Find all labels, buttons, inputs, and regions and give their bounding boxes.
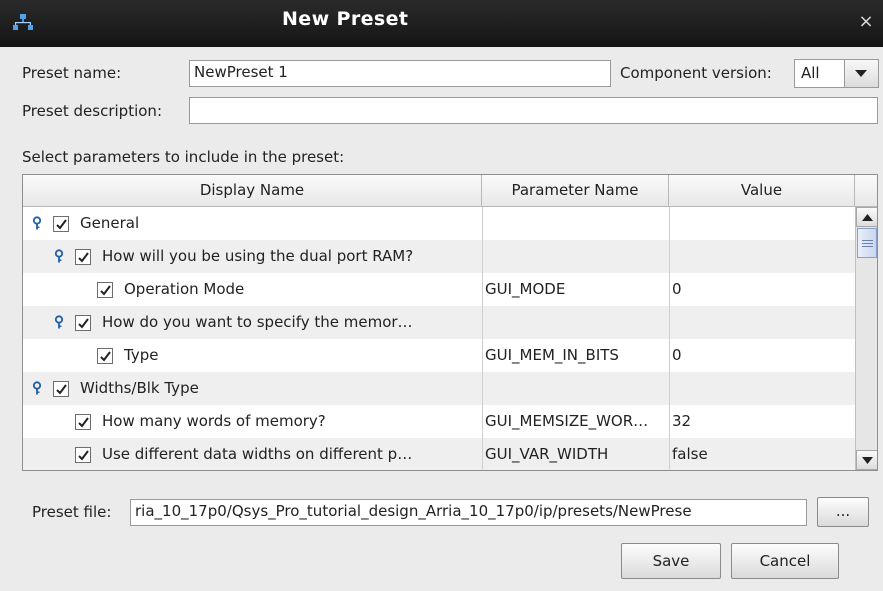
display-name-cell: How do you want to specify the memor… — [23, 306, 482, 339]
table-row[interactable]: General — [23, 207, 855, 240]
display-name-cell: How many words of memory? — [23, 405, 482, 438]
include-checkbox[interactable] — [75, 248, 91, 265]
parameters-table: Display Name Parameter Name Value Genera… — [22, 174, 878, 471]
include-checkbox[interactable] — [97, 347, 113, 364]
value-cell — [669, 372, 855, 405]
preset-name-input[interactable]: NewPreset 1 — [189, 60, 611, 87]
column-header-parameter-name[interactable]: Parameter Name — [482, 175, 669, 207]
value-cell — [669, 240, 855, 273]
value-cell — [669, 306, 855, 339]
display-name-text: Type — [124, 346, 159, 364]
display-name-text: Operation Mode — [124, 280, 245, 298]
display-name-text: How will you be using the dual port RAM? — [102, 247, 414, 265]
include-checkbox[interactable] — [53, 380, 69, 397]
new-preset-dialog: New Preset × Preset name: NewPreset 1 Co… — [0, 0, 883, 591]
column-header-value[interactable]: Value — [669, 175, 855, 207]
preset-name-label: Preset name: — [22, 64, 122, 82]
table-header: Display Name Parameter Name Value — [23, 175, 877, 207]
parameter-name-cell: GUI_MEM_IN_BITS — [482, 339, 669, 372]
tree-node: Type — [97, 339, 158, 372]
table-row[interactable]: How do you want to specify the memor… — [23, 306, 855, 339]
tree-expand-key-icon[interactable] — [31, 380, 43, 397]
component-version-select[interactable]: All — [794, 59, 879, 88]
display-name-text: How many words of memory? — [102, 412, 326, 430]
value-cell — [669, 207, 855, 240]
chevron-down-icon[interactable] — [845, 59, 879, 88]
table-row[interactable]: Type GUI_MEM_IN_BITS 0 — [23, 339, 855, 372]
tree-node: How will you be using the dual port RAM? — [53, 240, 413, 273]
dialog-title: New Preset — [282, 8, 409, 30]
include-checkbox[interactable] — [75, 446, 91, 463]
display-name-text: Use different data widths on different p… — [102, 445, 413, 463]
table-row[interactable]: Use different data widths on different p… — [23, 438, 855, 470]
tree-node: How do you want to specify the memor… — [53, 306, 413, 339]
display-name-cell: How will you be using the dual port RAM? — [23, 240, 482, 273]
parameter-name-cell — [482, 207, 669, 240]
close-icon[interactable]: × — [857, 13, 875, 31]
component-version-value[interactable]: All — [794, 59, 845, 88]
vertical-scrollbar[interactable] — [855, 207, 877, 470]
tree-expand-key-icon[interactable] — [53, 248, 65, 265]
browse-button[interactable]: ... — [817, 497, 869, 527]
table-body: General How will you be using the dual po… — [23, 207, 855, 470]
display-name-cell: Operation Mode — [23, 273, 482, 306]
column-header-corner — [855, 175, 877, 207]
preset-description-input[interactable] — [189, 97, 878, 124]
preset-file-label: Preset file: — [32, 503, 112, 521]
display-name-cell: Widths/Blk Type — [23, 372, 482, 405]
network-icon — [13, 14, 33, 30]
table-row[interactable]: Widths/Blk Type — [23, 372, 855, 405]
preset-description-label: Preset description: — [22, 102, 162, 120]
tree-node: Operation Mode — [97, 273, 244, 306]
value-cell: 0 — [669, 273, 855, 306]
include-checkbox[interactable] — [75, 413, 91, 430]
table-row[interactable]: How many words of memory? GUI_MEMSIZE_WOR… — [23, 405, 855, 438]
parameter-name-cell — [482, 306, 669, 339]
tree-node: How many words of memory? — [75, 405, 326, 438]
value-cell: false — [669, 438, 855, 470]
tree-node: Use different data widths on different p… — [75, 438, 413, 470]
scroll-up-icon[interactable] — [856, 207, 877, 227]
component-version-label: Component version: — [620, 64, 772, 82]
display-name-text: General — [80, 214, 140, 232]
parameter-name-cell: GUI_MODE — [482, 273, 669, 306]
scrollbar-thumb[interactable] — [857, 228, 877, 258]
parameters-instruction: Select parameters to include in the pres… — [22, 148, 345, 166]
value-cell: 32 — [669, 405, 855, 438]
table-row[interactable]: How will you be using the dual port RAM? — [23, 240, 855, 273]
tree-expand-key-icon[interactable] — [31, 215, 43, 232]
parameter-name-cell: GUI_MEMSIZE_WOR… — [482, 405, 669, 438]
preset-file-input[interactable]: ria_10_17p0/Qsys_Pro_tutorial_design_Arr… — [130, 499, 807, 526]
include-checkbox[interactable] — [97, 281, 113, 298]
include-checkbox[interactable] — [75, 314, 91, 331]
save-button[interactable]: Save — [621, 543, 721, 579]
parameter-name-cell — [482, 240, 669, 273]
parameter-name-cell — [482, 372, 669, 405]
include-checkbox[interactable] — [53, 215, 69, 232]
title-bar[interactable]: New Preset × — [0, 0, 883, 47]
display-name-cell: General — [23, 207, 482, 240]
tree-expand-key-icon[interactable] — [53, 314, 65, 331]
parameter-name-cell: GUI_VAR_WIDTH — [482, 438, 669, 470]
tree-node: Widths/Blk Type — [31, 372, 199, 405]
display-name-cell: Use different data widths on different p… — [23, 438, 482, 470]
display-name-text: Widths/Blk Type — [80, 379, 199, 397]
scroll-down-icon[interactable] — [856, 450, 877, 470]
display-name-cell: Type — [23, 339, 482, 372]
cancel-button[interactable]: Cancel — [731, 543, 839, 579]
value-cell: 0 — [669, 339, 855, 372]
tree-node: General — [31, 207, 139, 240]
table-row[interactable]: Operation Mode GUI_MODE 0 — [23, 273, 855, 306]
column-header-display-name[interactable]: Display Name — [23, 175, 482, 207]
display-name-text: How do you want to specify the memor… — [102, 313, 413, 331]
